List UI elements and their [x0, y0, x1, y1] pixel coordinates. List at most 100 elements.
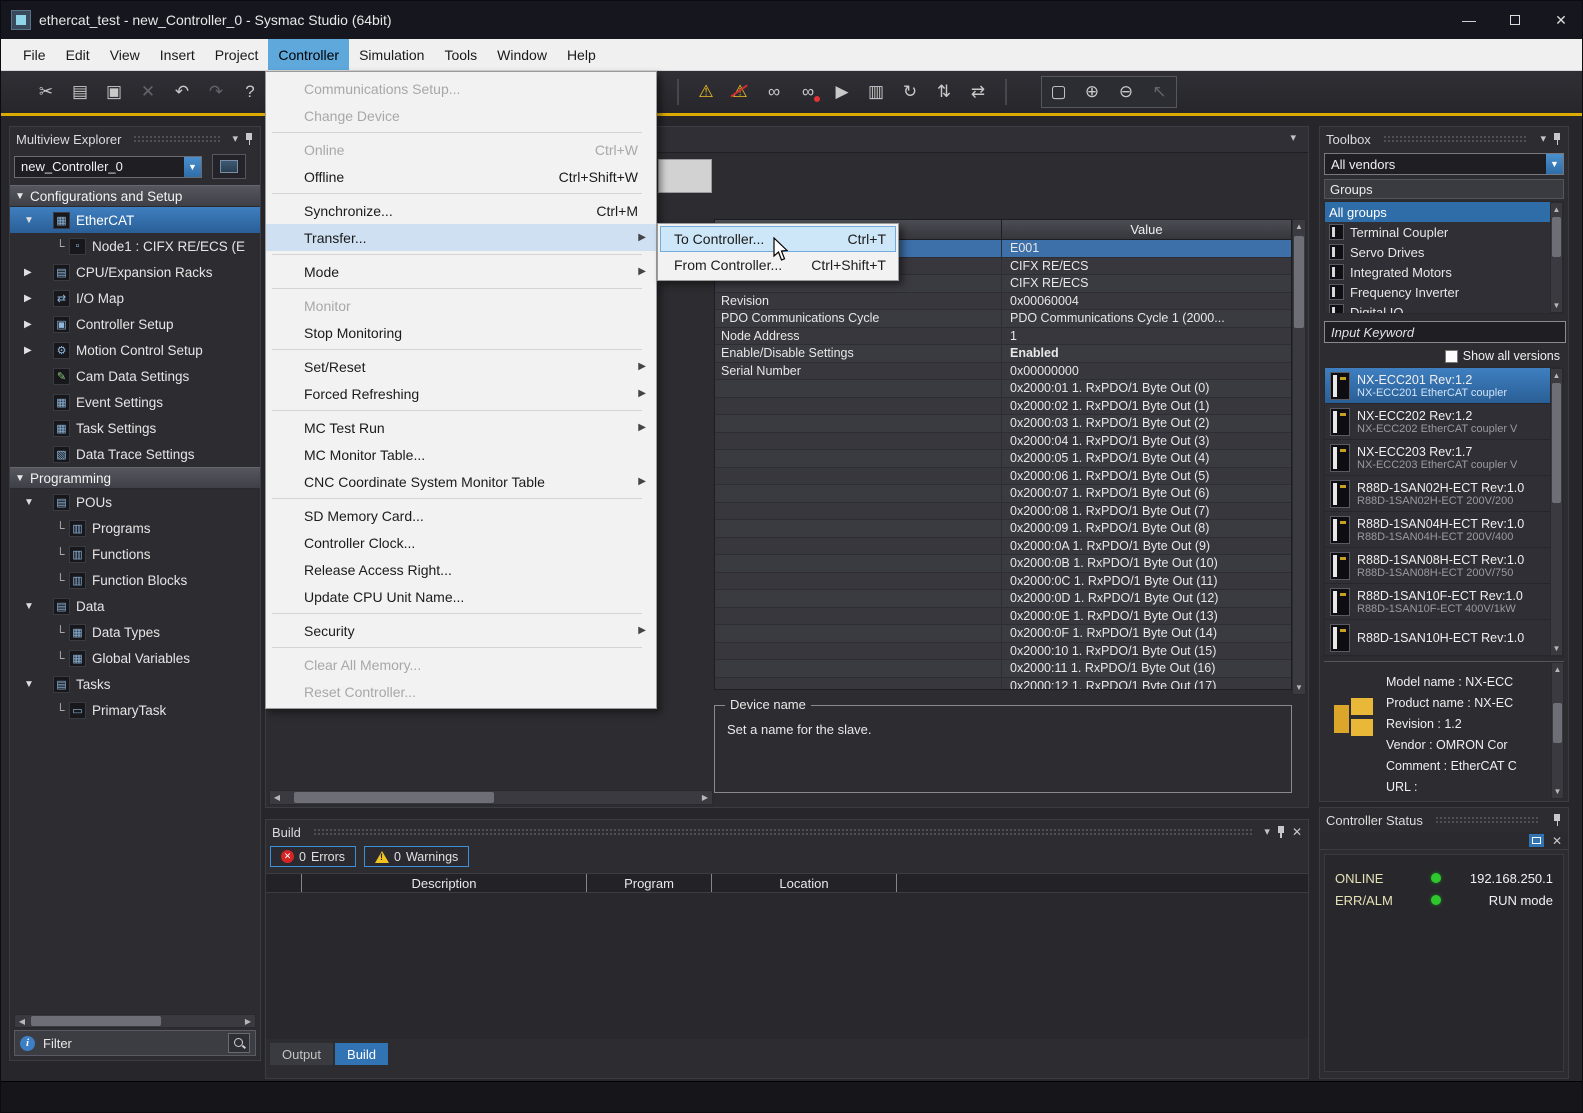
drag-handle[interactable]: [313, 828, 1252, 836]
tree-item-event-settings[interactable]: ▦ Event Settings: [10, 389, 260, 415]
group-item-frequency-inverter[interactable]: Frequency Inverter: [1325, 282, 1563, 302]
tree-item-data-trace-settings[interactable]: ▧ Data Trace Settings: [10, 441, 260, 467]
close-icon[interactable]: [1552, 835, 1562, 847]
menu-separator[interactable]: [266, 610, 656, 617]
tree-item-pous[interactable]: ▼ ▤ POUs: [10, 489, 260, 515]
controller-view-icon[interactable]: [212, 154, 246, 179]
simulation-run-icon[interactable]: ▶: [825, 78, 859, 106]
zoom-pointer-icon[interactable]: ↖: [1143, 76, 1177, 108]
tree-item-node1[interactable]: └ ▫ Node1 : CIFX RE/ECS (E: [10, 233, 260, 259]
menu-separator[interactable]: [266, 346, 656, 353]
tree-item-data-types[interactable]: └ ▦ Data Types: [10, 619, 260, 645]
tree-item-task-settings[interactable]: ▦ Task Settings: [10, 415, 260, 441]
menu-separator[interactable]: [266, 495, 656, 502]
device-item-r88d-1san02h[interactable]: R88D-1SAN02H-ECT Rev:1.0 R88D-1SAN02H-EC…: [1325, 476, 1563, 512]
menu-item-mc-monitor-table[interactable]: MC Monitor Table...: [266, 441, 656, 468]
cut-icon[interactable]: ✂: [29, 78, 63, 106]
details-scrollbar[interactable]: ▲ ▼: [1551, 662, 1564, 799]
tree-item-cpu-expansion-racks[interactable]: ▶ ▤ CPU/Expansion Racks: [10, 259, 260, 285]
scroll-right-icon[interactable]: ▶: [241, 1015, 255, 1027]
scroll-up-icon[interactable]: ▲: [1293, 220, 1305, 233]
menu-separator[interactable]: [266, 407, 656, 414]
menu-item-mode[interactable]: Mode ▶: [266, 258, 656, 285]
table-row[interactable]: 0x2000:0A 1. RxPDO/1 Byte Out (9): [715, 538, 1291, 556]
tab-output[interactable]: Output: [270, 1043, 333, 1065]
tree-item-io-map[interactable]: ▶ ⇄ I/O Map: [10, 285, 260, 311]
pin-icon[interactable]: [1552, 132, 1562, 146]
column-header-value[interactable]: Value: [1002, 220, 1291, 239]
close-button[interactable]: ✕: [1538, 1, 1583, 39]
scroll-down-icon[interactable]: ▼: [1293, 681, 1305, 694]
table-row[interactable]: 0x2000:0D 1. RxPDO/1 Byte Out (12): [715, 590, 1291, 608]
menu-separator[interactable]: [266, 129, 656, 136]
table-row[interactable]: PDO Communications Cycle PDO Communicati…: [715, 310, 1291, 328]
menubar-item-simulation[interactable]: Simulation: [349, 39, 434, 70]
pin-icon[interactable]: [244, 132, 254, 146]
menu-item-forced-refreshing[interactable]: Forced Refreshing ▶: [266, 380, 656, 407]
section-programming[interactable]: ▼ Programming: [10, 467, 260, 489]
network-view-horizontal-scrollbar[interactable]: ◀ ▶: [269, 790, 713, 805]
library-icon[interactable]: ▥: [859, 78, 893, 106]
group-item-servo-drives[interactable]: Servo Drives: [1325, 242, 1563, 262]
scroll-right-icon[interactable]: ▶: [698, 791, 712, 804]
filter-search-button[interactable]: [228, 1033, 250, 1053]
scroll-up-icon[interactable]: ▲: [1551, 203, 1562, 216]
maximize-button[interactable]: [1492, 1, 1538, 39]
device-item-r88d-1san08h[interactable]: R88D-1SAN08H-ECT Rev:1.0 R88D-1SAN08H-EC…: [1325, 548, 1563, 584]
scroll-left-icon[interactable]: ◀: [15, 1015, 29, 1027]
table-row[interactable]: 0x2000:02 1. RxPDO/1 Byte Out (1): [715, 398, 1291, 416]
table-row[interactable]: 0x2000:01 1. RxPDO/1 Byte Out (0): [715, 380, 1291, 398]
menu-item-mc-test-run[interactable]: MC Test Run ▶: [266, 414, 656, 441]
build-column-header[interactable]: Program: [587, 874, 712, 892]
menu-item-set-reset[interactable]: Set/Reset ▶: [266, 353, 656, 380]
scroll-down-icon[interactable]: ▼: [1551, 642, 1562, 655]
menu-separator[interactable]: [266, 190, 656, 197]
show-all-versions-checkbox[interactable]: [1445, 350, 1458, 363]
drag-handle[interactable]: [1383, 135, 1529, 143]
scroll-down-icon[interactable]: ▼: [1551, 299, 1562, 312]
table-vertical-scrollbar[interactable]: ▲ ▼: [1292, 219, 1306, 695]
tab-build[interactable]: Build: [335, 1043, 388, 1065]
device-item-r88d-1san10h[interactable]: R88D-1SAN10H-ECT Rev:1.0: [1325, 620, 1563, 656]
menu-item-sd-memory-card[interactable]: SD Memory Card...: [266, 502, 656, 529]
scroll-thumb[interactable]: [1553, 703, 1562, 743]
expand-triangle-icon[interactable]: ▶: [24, 267, 40, 278]
table-row[interactable]: 0x2000:09 1. RxPDO/1 Byte Out (8): [715, 520, 1291, 538]
table-row[interactable]: Serial Number 0x00000000: [715, 363, 1291, 381]
table-row[interactable]: 0x2000:11 1. RxPDO/1 Byte Out (16): [715, 660, 1291, 678]
table-row[interactable]: 0x2000:04 1. RxPDO/1 Byte Out (3): [715, 433, 1291, 451]
menubar-item-insert[interactable]: Insert: [150, 39, 205, 70]
table-row[interactable]: 0x2000:0E 1. RxPDO/1 Byte Out (13): [715, 608, 1291, 626]
drag-handle[interactable]: [1435, 816, 1540, 824]
chevron-down-icon[interactable]: [1540, 134, 1546, 145]
group-item-all-groups[interactable]: All groups: [1325, 202, 1563, 222]
tree-item-cam-data-settings[interactable]: ✎ Cam Data Settings: [10, 363, 260, 389]
menu-item-online[interactable]: Online Ctrl+W: [266, 136, 656, 163]
menubar-item-controller[interactable]: Controller: [268, 39, 349, 70]
table-row[interactable]: 0x2000:0C 1. RxPDO/1 Byte Out (11): [715, 573, 1291, 591]
minimize-button[interactable]: —: [1446, 1, 1492, 39]
delete-icon[interactable]: ✕: [131, 78, 165, 106]
tree-item-data[interactable]: ▼ ▤ Data: [10, 593, 260, 619]
menu-item-update-cpu-unit-name[interactable]: Update CPU Unit Name...: [266, 583, 656, 610]
redo-icon[interactable]: ↷: [199, 78, 233, 106]
zoom-out-icon[interactable]: ⊖: [1109, 76, 1143, 108]
group-item-integrated-motors[interactable]: Integrated Motors: [1325, 262, 1563, 282]
group-item-terminal-coupler[interactable]: Terminal Coupler: [1325, 222, 1563, 242]
menu-item-cnc-coordinate-system-monitor-table[interactable]: CNC Coordinate System Monitor Table ▶: [266, 468, 656, 495]
fit-zoom-icon[interactable]: ▢: [1041, 76, 1075, 108]
expand-icon[interactable]: [1529, 834, 1544, 847]
pin-icon[interactable]: [1552, 813, 1562, 827]
tree-item-motion-control-setup[interactable]: ▶ ⚙ Motion Control Setup: [10, 337, 260, 363]
watch-alert-icon[interactable]: ∞: [791, 78, 825, 106]
menu-separator[interactable]: [266, 251, 656, 258]
tree-item-programs[interactable]: └ ▥ Programs: [10, 515, 260, 541]
table-row[interactable]: Enable/Disable Settings Enabled: [715, 345, 1291, 363]
check-program-icon[interactable]: ⚠: [689, 78, 723, 106]
menu-item-security[interactable]: Security ▶: [266, 617, 656, 644]
table-row[interactable]: 0x2000:0B 1. RxPDO/1 Byte Out (10): [715, 555, 1291, 573]
menu-item-communications-setup[interactable]: Communications Setup...: [266, 75, 656, 102]
explorer-horizontal-scrollbar[interactable]: ◀ ▶: [14, 1014, 256, 1028]
expand-triangle-icon[interactable]: ▶: [24, 345, 40, 356]
errors-filter-button[interactable]: 0 Errors: [270, 846, 356, 867]
